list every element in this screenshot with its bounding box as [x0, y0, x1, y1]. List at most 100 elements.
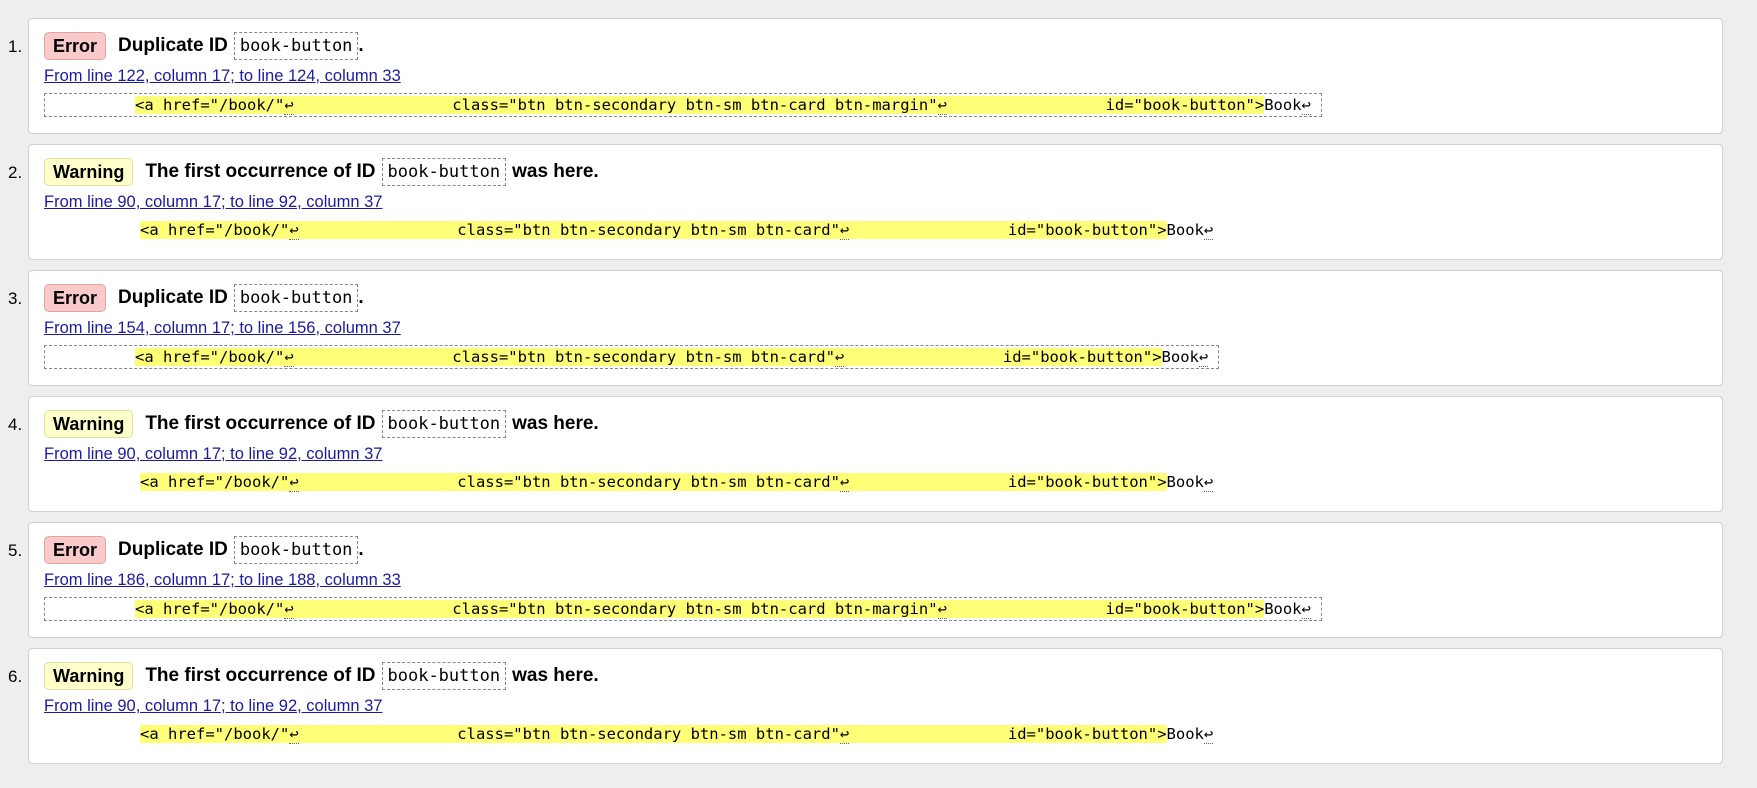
- message-suffix: was here.: [512, 413, 599, 434]
- return-icon: ↩: [284, 348, 294, 367]
- extract-part: <a href="/book/": [140, 473, 290, 491]
- extract-part: <a href="/book/": [135, 600, 285, 618]
- list-item: 5. Error Duplicate ID book-button . From…: [8, 522, 1723, 638]
- return-icon: ↩: [839, 725, 850, 744]
- location-link[interactable]: From line 90, column 17; to line 92, col…: [44, 697, 1707, 716]
- duplicate-id-code: book-button: [233, 32, 359, 60]
- extract-tail: Book: [1264, 600, 1302, 618]
- location-link[interactable]: From line 154, column 17; to line 156, c…: [44, 319, 1707, 338]
- message-suffix: was here.: [512, 161, 599, 182]
- extract-part: <a href="/book/": [135, 348, 285, 366]
- message-card: Error Duplicate ID book-button . From li…: [28, 522, 1723, 638]
- return-icon: ↩: [937, 96, 947, 115]
- message-number: 4.: [8, 415, 23, 434]
- message-number: 3.: [8, 289, 23, 308]
- location-link[interactable]: From line 90, column 17; to line 92, col…: [44, 445, 1707, 464]
- extract-part: id="book-button">: [946, 600, 1265, 618]
- return-icon: ↩: [284, 96, 294, 115]
- source-extract: <a href="/book/"↩ class="btn btn-seconda…: [44, 723, 1214, 745]
- duplicate-id-code: book-button: [233, 536, 359, 564]
- source-extract: <a href="/book/"↩ class="btn btn-seconda…: [44, 471, 1214, 493]
- extract-part: class="btn btn-secondary btn-sm btn-card…: [293, 96, 938, 114]
- message-prefix: The first occurrence of ID: [145, 665, 376, 686]
- message-header: Warning The first occurrence of ID book-…: [44, 661, 1707, 691]
- location-link[interactable]: From line 122, column 17; to line 124, c…: [44, 67, 1707, 86]
- message-prefix: Duplicate ID: [118, 287, 228, 308]
- message-prefix: The first occurrence of ID: [145, 161, 376, 182]
- return-icon: ↩: [1203, 473, 1214, 492]
- duplicate-id-code: book-button: [233, 284, 359, 312]
- return-icon: ↩: [937, 600, 947, 619]
- error-badge: Error: [44, 536, 107, 564]
- extract-part: class="btn btn-secondary btn-sm btn-card…: [298, 221, 840, 239]
- return-icon: ↩: [839, 473, 850, 492]
- error-badge: Error: [44, 32, 107, 60]
- return-icon: ↩: [1203, 725, 1214, 744]
- return-icon: ↩: [1198, 348, 1209, 367]
- return-icon: ↩: [1301, 600, 1311, 619]
- message-prefix: Duplicate ID: [118, 539, 228, 560]
- validation-results-list: 1. Error Duplicate ID book-button . From…: [0, 0, 1757, 764]
- message-number: 6.: [8, 667, 23, 686]
- return-icon: ↩: [289, 221, 299, 240]
- extract-part: id="book-button">: [946, 96, 1265, 114]
- list-item: 4. Warning The first occurrence of ID bo…: [8, 396, 1723, 512]
- source-extract: <a href="/book/"↩ class="btn btn-seconda…: [44, 597, 1322, 621]
- message-suffix: .: [358, 35, 364, 56]
- message-suffix: .: [358, 287, 364, 308]
- source-extract: <a href="/book/"↩ class="btn btn-seconda…: [44, 345, 1220, 369]
- extract-part: id="book-button">: [849, 221, 1167, 239]
- return-icon: ↩: [284, 600, 294, 619]
- message-suffix: was here.: [512, 665, 599, 686]
- message-suffix: .: [358, 539, 364, 560]
- extract-part: <a href="/book/": [140, 221, 290, 239]
- return-icon: ↩: [1301, 96, 1311, 115]
- duplicate-id-code: book-button: [381, 158, 507, 186]
- extract-part: class="btn btn-secondary btn-sm btn-card…: [293, 600, 938, 618]
- message-header: Error Duplicate ID book-button .: [44, 535, 1707, 565]
- source-extract: <a href="/book/"↩ class="btn btn-seconda…: [44, 93, 1322, 117]
- extract-part: class="btn btn-secondary btn-sm btn-card…: [298, 473, 840, 491]
- list-item: 1. Error Duplicate ID book-button . From…: [8, 18, 1723, 134]
- message-prefix: Duplicate ID: [118, 35, 228, 56]
- extract-part: class="btn btn-secondary btn-sm btn-card…: [293, 348, 835, 366]
- return-icon: ↩: [834, 348, 845, 367]
- message-header: Warning The first occurrence of ID book-…: [44, 157, 1707, 187]
- warning-badge: Warning: [44, 158, 134, 186]
- extract-tail: Book: [1166, 725, 1204, 743]
- error-badge: Error: [44, 284, 107, 312]
- return-icon: ↩: [289, 473, 299, 492]
- message-header: Warning The first occurrence of ID book-…: [44, 409, 1707, 439]
- message-card: Error Duplicate ID book-button . From li…: [28, 18, 1723, 134]
- message-prefix: The first occurrence of ID: [145, 413, 376, 434]
- message-card: Warning The first occurrence of ID book-…: [28, 396, 1723, 512]
- extract-part: <a href="/book/": [140, 725, 290, 743]
- message-card: Error Duplicate ID book-button . From li…: [28, 270, 1723, 386]
- message-number: 1.: [8, 37, 23, 56]
- extract-tail: Book: [1264, 96, 1302, 114]
- return-icon: ↩: [839, 221, 850, 240]
- location-link[interactable]: From line 186, column 17; to line 188, c…: [44, 571, 1707, 590]
- location-link[interactable]: From line 90, column 17; to line 92, col…: [44, 193, 1707, 212]
- extract-part: id="book-button">: [844, 348, 1162, 366]
- duplicate-id-code: book-button: [381, 410, 507, 438]
- warning-badge: Warning: [44, 410, 134, 438]
- message-number: 5.: [8, 541, 23, 560]
- source-extract: <a href="/book/"↩ class="btn btn-seconda…: [44, 219, 1214, 241]
- list-item: 3. Error Duplicate ID book-button . From…: [8, 270, 1723, 386]
- message-header: Error Duplicate ID book-button .: [44, 283, 1707, 313]
- message-card: Warning The first occurrence of ID book-…: [28, 144, 1723, 260]
- message-number: 2.: [8, 163, 23, 182]
- return-icon: ↩: [1203, 221, 1214, 240]
- list-item: 2. Warning The first occurrence of ID bo…: [8, 144, 1723, 260]
- list-item: 6. Warning The first occurrence of ID bo…: [8, 648, 1723, 764]
- duplicate-id-code: book-button: [381, 662, 507, 690]
- extract-tail: Book: [1161, 348, 1199, 366]
- extract-part: id="book-button">: [849, 473, 1167, 491]
- message-card: Warning The first occurrence of ID book-…: [28, 648, 1723, 764]
- extract-part: id="book-button">: [849, 725, 1167, 743]
- warning-badge: Warning: [44, 662, 134, 690]
- extract-part: <a href="/book/": [135, 96, 285, 114]
- extract-tail: Book: [1166, 221, 1204, 239]
- extract-tail: Book: [1166, 473, 1204, 491]
